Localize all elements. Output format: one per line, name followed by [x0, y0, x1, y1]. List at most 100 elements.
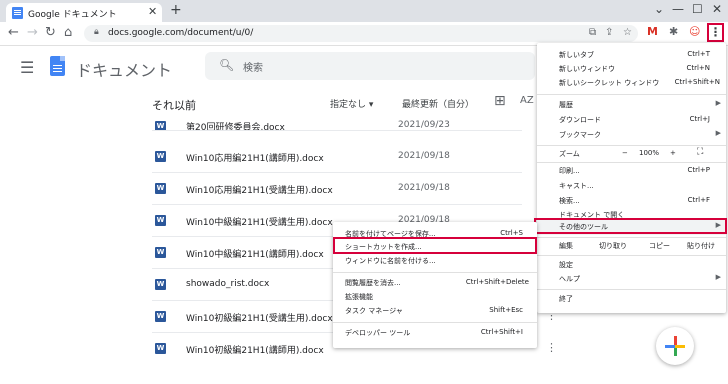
new-tab-icon[interactable]: + [170, 2, 182, 18]
lock-icon[interactable]: 🔒︎ [94, 27, 99, 37]
main-menu-icon[interactable]: ☰ [20, 58, 34, 77]
back-icon[interactable]: ← [8, 25, 19, 40]
sort-dropdown[interactable]: 最終更新（自分） [402, 97, 474, 110]
file-name[interactable]: showado_rist.docx [186, 279, 269, 289]
chrome-menu-button[interactable]: ⋮ [707, 23, 724, 42]
highlight-more-tools [534, 218, 727, 234]
menu-item-label: 編集 [559, 242, 573, 250]
cut-button[interactable]: 切り取り [599, 241, 627, 251]
close-tab-icon[interactable]: ✕ [148, 5, 157, 18]
menu-item-label: 終了 [559, 295, 573, 303]
fullscreen-icon[interactable]: ⛶ [697, 147, 703, 157]
owner-filter-dropdown[interactable]: 指定なし ▾ [330, 97, 373, 110]
docs-logo-icon[interactable] [50, 56, 65, 76]
sort-az-icon[interactable]: AZ [520, 95, 534, 106]
maximize-icon[interactable]: ☐ [692, 2, 703, 16]
profile-avatar-icon[interactable]: ☺ [689, 25, 700, 38]
app-title[interactable]: ドキュメント [76, 57, 172, 81]
chevron-down-icon[interactable]: ⌄ [654, 2, 664, 16]
browser-tab[interactable]: Google ドキュメント ✕ [6, 3, 162, 22]
forward-icon[interactable]: → [27, 25, 38, 40]
file-name[interactable]: Win10初級編21H1(受講生用).docx [186, 311, 333, 324]
menu-item-shortcut: Ctrl+S [500, 229, 523, 237]
menu-divider [333, 322, 537, 323]
reload-icon[interactable]: ↻ [45, 25, 56, 40]
submenu-item-clear-data[interactable]: 閲覧履歴を消去... Ctrl+Shift+Delete [333, 276, 537, 290]
tab-strip: Google ドキュメント ✕ + ⌄ — ☐ ✕ [0, 0, 728, 22]
submenu-item-name-window[interactable]: ウィンドウに名前を付ける... [333, 254, 537, 268]
new-document-button[interactable] [656, 327, 694, 365]
submenu-item-task-manager[interactable]: タスク マネージャ Shift+Esc [333, 304, 537, 318]
menu-item-help[interactable]: ヘルプ ▶ [537, 272, 726, 287]
file-name[interactable]: Win10応用編21H1(講師用).docx [186, 151, 324, 164]
home-icon[interactable]: ⌂ [64, 25, 72, 40]
section-title: それ以前 [152, 99, 196, 112]
menu-divider [537, 162, 726, 163]
menu-item-incognito[interactable]: 新しいシークレット ウィンドウ Ctrl+Shift+N [537, 76, 726, 91]
menu-item-history[interactable]: 履歴 ▶ [537, 98, 726, 113]
menu-item-label: 設定 [559, 261, 573, 269]
gmail-icon[interactable]: M [647, 25, 658, 38]
file-name[interactable]: Win10中級編21H1(受講生用).docx [186, 215, 333, 228]
extensions-icon[interactable]: ✱ [669, 25, 678, 38]
menu-divider [537, 94, 726, 95]
search-input[interactable]: 🔍︎ 検索 [205, 52, 535, 80]
table-row[interactable]: W Win10応用編21H1(受講生用).docx 2021/09/18 [152, 173, 522, 205]
word-file-icon: W [155, 247, 166, 258]
menu-item-downloads[interactable]: ダウンロード Ctrl+J [537, 113, 726, 128]
submenu-item-extensions[interactable]: 拡張機能 [333, 290, 537, 304]
menu-item-cast[interactable]: キャスト... [537, 179, 726, 194]
submenu-item-devtools[interactable]: デベロッパー ツール Ctrl+Shift+I [333, 326, 537, 340]
copy-button[interactable]: コピー [649, 241, 670, 251]
bookmark-star-icon[interactable]: ☆ [623, 27, 632, 38]
minimize-icon[interactable]: — [672, 2, 684, 16]
zoom-out-button[interactable]: − [622, 149, 628, 157]
search-icon[interactable]: 🔍︎ [219, 58, 234, 72]
paste-button[interactable]: 貼り付け [687, 241, 715, 251]
close-window-icon[interactable]: ✕ [712, 2, 722, 16]
menu-item-label: 履歴 [559, 101, 573, 109]
menu-item-settings[interactable]: 設定 [537, 258, 726, 273]
file-name[interactable]: Win10応用編21H1(受講生用).docx [186, 183, 333, 196]
docs-favicon-icon [12, 7, 23, 19]
word-file-icon: W [155, 121, 166, 130]
word-file-icon: W [155, 183, 166, 194]
menu-item-find[interactable]: 検索... Ctrl+F [537, 194, 726, 209]
menu-item-label: 新しいウィンドウ [559, 65, 615, 73]
highlight-create-shortcut [333, 237, 537, 254]
open-in-app-icon[interactable]: ⧉ [589, 27, 596, 38]
file-name[interactable]: Win10中級編21H1(講師用).docx [186, 247, 324, 260]
menu-divider [537, 237, 726, 238]
menu-item-exit[interactable]: 終了 [537, 292, 726, 307]
menu-item-label: ダウンロード [559, 116, 601, 124]
menu-item-new-tab[interactable]: 新しいタブ Ctrl+T [537, 48, 726, 63]
file-date: 2021/09/23 [398, 120, 450, 130]
menu-item-bookmarks[interactable]: ブックマーク ▶ [537, 128, 726, 143]
menu-item-shortcut: Ctrl+Shift+I [480, 328, 523, 336]
menu-divider [537, 255, 726, 256]
grid-view-icon[interactable]: ⊞ [494, 93, 506, 109]
zoom-level: 100% [639, 149, 660, 157]
menu-item-shortcut: Ctrl+J [689, 115, 710, 123]
file-name[interactable]: 第20回研修委員会.docx [186, 120, 285, 130]
menu-item-label: ズーム [559, 150, 580, 158]
plus-icon-bar [665, 345, 685, 348]
table-row[interactable]: W 第20回研修委員会.docx 2021/09/23 [152, 112, 522, 131]
menu-item-print[interactable]: 印刷... Ctrl+P [537, 164, 726, 179]
address-bar[interactable]: 🔒︎ docs.google.com/document/u/0/ ⧉ ⇪ ☆ [84, 25, 638, 42]
menu-item-label: ヘルプ [559, 275, 580, 283]
file-name[interactable]: Win10初級編21H1(講師用).docx [186, 343, 324, 356]
more-options-icon[interactable]: ⋮ [546, 341, 557, 354]
url-text[interactable]: docs.google.com/document/u/0/ [108, 28, 253, 38]
menu-divider [333, 272, 537, 273]
menu-item-label: 閲覧履歴を消去... [345, 279, 401, 287]
search-placeholder: 検索 [243, 63, 263, 74]
menu-item-shortcut: Ctrl+N [686, 64, 710, 72]
zoom-in-button[interactable]: + [670, 149, 676, 157]
menu-item-new-window[interactable]: 新しいウィンドウ Ctrl+N [537, 62, 726, 77]
chevron-right-icon: ▶ [715, 99, 721, 107]
file-date: 2021/09/18 [398, 183, 450, 193]
share-icon[interactable]: ⇪ [605, 27, 613, 38]
word-file-icon: W [155, 311, 166, 322]
table-row[interactable]: W Win10応用編21H1(講師用).docx 2021/09/18 [152, 141, 522, 173]
